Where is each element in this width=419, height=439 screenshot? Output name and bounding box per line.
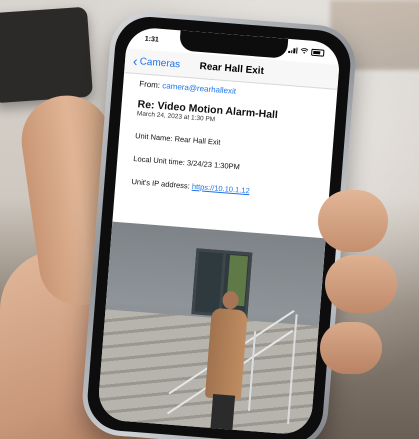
person-legs xyxy=(210,394,236,436)
ip-label: Unit's IP address: xyxy=(131,177,191,191)
phone-screen: 1:31 ‹ Cameras Rear Hall Exit From: came… xyxy=(96,26,342,436)
battery-icon xyxy=(311,48,325,57)
hand-finger xyxy=(320,322,382,374)
back-button[interactable]: ‹ Cameras xyxy=(125,52,181,70)
camera-snapshot[interactable] xyxy=(96,221,326,436)
status-time: 1:31 xyxy=(144,35,160,44)
cellular-signal-icon xyxy=(288,47,298,54)
background-device xyxy=(0,6,94,104)
wifi-icon xyxy=(300,48,309,54)
local-time-line: Local Unit time: 3/24/23 1:30PM xyxy=(133,154,241,172)
from-label: From: xyxy=(138,79,161,90)
status-icons xyxy=(288,46,325,57)
unit-name-line: Unit Name: Rear Hall Exit xyxy=(134,131,221,147)
person-coat xyxy=(204,307,248,401)
person-head xyxy=(221,290,240,310)
email-body: From: camera@rearhallexit Re: Video Moti… xyxy=(130,79,327,214)
back-button-label: Cameras xyxy=(139,55,181,70)
photo-scene: 1:31 ‹ Cameras Rear Hall Exit From: came… xyxy=(0,0,419,439)
ip-address-link[interactable]: https://10.10.1.12 xyxy=(192,182,250,196)
chevron-left-icon: ‹ xyxy=(132,52,139,70)
smartphone: 1:31 ‹ Cameras Rear Hall Exit From: came… xyxy=(79,9,359,439)
hand-finger xyxy=(318,190,388,252)
ip-address-line: Unit's IP address: https://10.10.1.12 xyxy=(131,177,319,201)
phone-bezel: 1:31 ‹ Cameras Rear Hall Exit From: came… xyxy=(85,14,353,439)
from-address-link[interactable]: camera@rearhallexit xyxy=(162,81,236,96)
hand-finger xyxy=(325,255,397,313)
